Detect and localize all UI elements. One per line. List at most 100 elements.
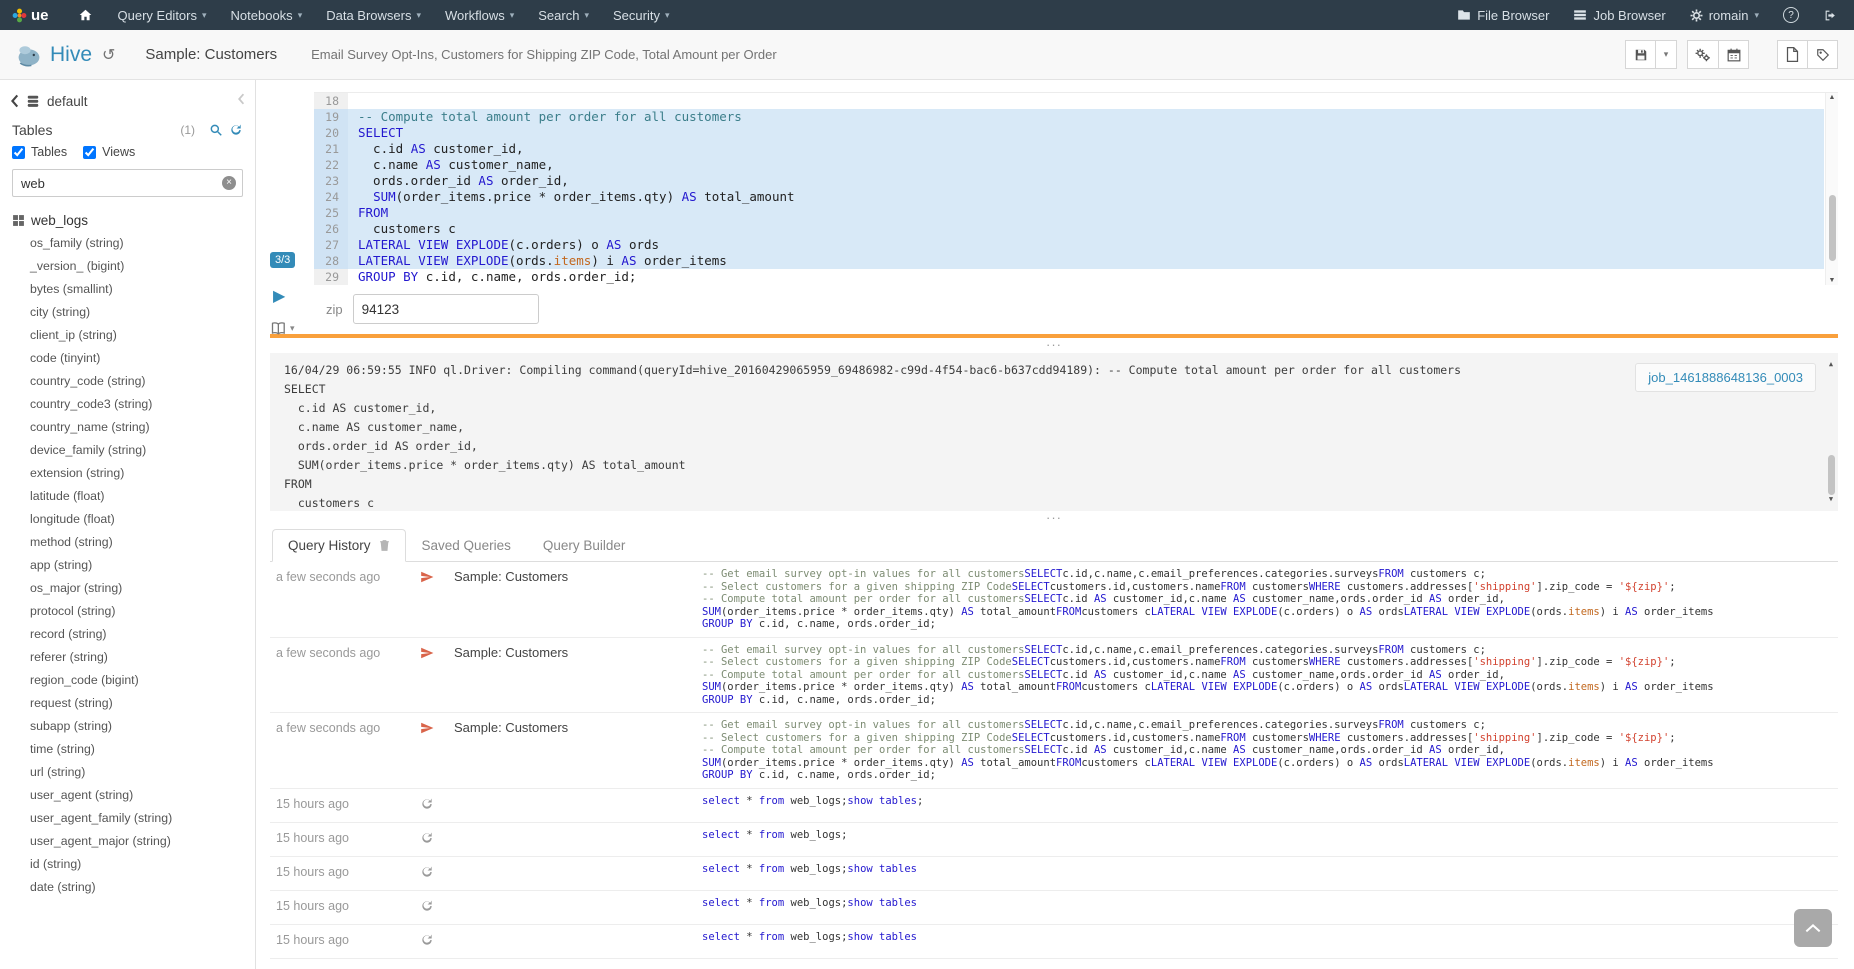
job-link[interactable]: job_1461888648136_0003 bbox=[1635, 363, 1816, 392]
schedule-button[interactable] bbox=[1718, 40, 1749, 69]
table-item[interactable]: web_logs bbox=[0, 201, 255, 230]
column-item[interactable]: time (string) bbox=[30, 738, 255, 761]
column-item[interactable]: user_agent_major (string) bbox=[30, 830, 255, 853]
editor-scrollbar[interactable]: ▲ ▼ bbox=[1825, 93, 1838, 285]
nav-menu-workflows[interactable]: Workflows▾ bbox=[433, 0, 526, 30]
scroll-down-icon[interactable]: ▼ bbox=[1825, 490, 1837, 509]
home-button[interactable] bbox=[65, 8, 106, 22]
column-item[interactable]: os_major (string) bbox=[30, 577, 255, 600]
column-item[interactable]: os_family (string) bbox=[30, 232, 255, 255]
trash-icon[interactable] bbox=[379, 539, 390, 552]
column-item[interactable]: country_code3 (string) bbox=[30, 393, 255, 416]
column-item[interactable]: region_code (bigint) bbox=[30, 669, 255, 692]
column-item[interactable]: subapp (string) bbox=[30, 715, 255, 738]
history-button[interactable]: ↺ bbox=[102, 45, 115, 65]
tables-checkbox[interactable] bbox=[12, 146, 25, 159]
line-number: 23 bbox=[314, 173, 348, 189]
history-row[interactable]: a few seconds agoSample: Customers-- Get… bbox=[270, 713, 1838, 789]
sql-editor[interactable]: ▲ ▼ 18 19-- Compute total amount per ord… bbox=[314, 92, 1838, 285]
table-filter-input[interactable] bbox=[12, 169, 243, 197]
column-item[interactable]: device_family (string) bbox=[30, 439, 255, 462]
tags-button[interactable] bbox=[1807, 40, 1838, 69]
column-item[interactable]: id (string) bbox=[30, 853, 255, 876]
navigator-toggle[interactable]: ▾ bbox=[271, 322, 295, 335]
resize-handle[interactable]: ··· bbox=[270, 338, 1838, 353]
file-browser-button[interactable]: File Browser bbox=[1445, 0, 1561, 30]
column-item[interactable]: client_ip (string) bbox=[30, 324, 255, 347]
nav-menu-security[interactable]: Security▾ bbox=[601, 0, 682, 30]
views-checkbox[interactable] bbox=[83, 146, 96, 159]
scroll-up-icon[interactable]: ▲ bbox=[1826, 94, 1838, 101]
book-icon bbox=[271, 322, 287, 335]
column-item[interactable]: app (string) bbox=[30, 554, 255, 577]
editor-line-code: FROM bbox=[348, 205, 1824, 221]
resize-handle[interactable]: ··· bbox=[270, 511, 1838, 526]
column-item[interactable]: date (string) bbox=[30, 876, 255, 899]
table-search-button[interactable] bbox=[209, 123, 223, 137]
database-name[interactable]: default bbox=[47, 94, 88, 109]
nav-menu-label: Notebooks bbox=[231, 8, 293, 23]
scrollbar-thumb[interactable] bbox=[1829, 195, 1836, 261]
history-sql: -- Get email survey opt-in values for al… bbox=[702, 719, 1838, 782]
column-item[interactable]: protocol (string) bbox=[30, 600, 255, 623]
variable-input[interactable] bbox=[353, 294, 539, 324]
scroll-top-button[interactable] bbox=[1794, 909, 1832, 947]
column-item[interactable]: country_name (string) bbox=[30, 416, 255, 439]
column-item[interactable]: request (string) bbox=[30, 692, 255, 715]
execute-button[interactable]: ▶ bbox=[273, 286, 285, 306]
document-button[interactable] bbox=[1777, 40, 1808, 69]
history-row[interactable]: 15 hours agoselect * from web_logs; bbox=[270, 823, 1838, 857]
history-row[interactable]: 15 hours agoselect * from web_logs;show … bbox=[270, 925, 1838, 959]
history-row[interactable]: 15 hours agoselect * from web_logs;show … bbox=[270, 891, 1838, 925]
help-button[interactable]: ? bbox=[1771, 0, 1811, 30]
nav-menu-notebooks[interactable]: Notebooks▾ bbox=[219, 0, 315, 30]
editor-line: 24 SUM(order_items.price * order_items.q… bbox=[314, 189, 1824, 205]
tables-checkbox-label: Tables bbox=[31, 145, 67, 159]
back-button[interactable] bbox=[10, 94, 19, 108]
history-row[interactable]: a few seconds agoSample: Customers-- Get… bbox=[270, 562, 1838, 638]
column-item[interactable]: user_agent_family (string) bbox=[30, 807, 255, 830]
user-menu[interactable]: romain ▾ bbox=[1678, 0, 1771, 30]
logout-button[interactable] bbox=[1811, 0, 1854, 30]
history-row[interactable]: 15 hours agoselect * from web_logs;show … bbox=[270, 857, 1838, 891]
column-item[interactable]: country_code (string) bbox=[30, 370, 255, 393]
column-item[interactable]: user_agent (string) bbox=[30, 784, 255, 807]
scroll-down-icon[interactable]: ▼ bbox=[1826, 277, 1838, 284]
column-item[interactable]: bytes (smallint) bbox=[30, 278, 255, 301]
column-item[interactable]: record (string) bbox=[30, 623, 255, 646]
editor-line-code: c.id AS customer_id, bbox=[348, 141, 1824, 157]
tab-saved-queries[interactable]: Saved Queries bbox=[406, 529, 527, 562]
column-item[interactable]: city (string) bbox=[30, 301, 255, 324]
history-row[interactable]: a few seconds agoSample: Customers-- Get… bbox=[270, 638, 1838, 714]
line-number: 20 bbox=[314, 125, 348, 141]
collapse-panel-button[interactable] bbox=[237, 92, 245, 110]
save-dropdown-button[interactable]: ▾ bbox=[1655, 40, 1677, 69]
nav-menu-search[interactable]: Search▾ bbox=[526, 0, 601, 30]
settings-button[interactable] bbox=[1687, 40, 1719, 69]
history-sql: -- Get email survey opt-in values for al… bbox=[702, 568, 1838, 631]
column-item[interactable]: method (string) bbox=[30, 531, 255, 554]
scroll-up-icon[interactable]: ▲ bbox=[1825, 355, 1837, 374]
tab-query-builder[interactable]: Query Builder bbox=[527, 529, 642, 562]
column-item[interactable]: code (tinyint) bbox=[30, 347, 255, 370]
tab-query-history[interactable]: Query History bbox=[272, 529, 406, 562]
column-item[interactable]: latitude (float) bbox=[30, 485, 255, 508]
column-item[interactable]: _version_ (bigint) bbox=[30, 255, 255, 278]
refresh-tables-button[interactable] bbox=[229, 123, 243, 137]
save-button[interactable] bbox=[1625, 40, 1656, 69]
app-name[interactable]: Hive bbox=[50, 43, 92, 67]
scrollbar-thumb[interactable] bbox=[1828, 455, 1835, 495]
hue-logo[interactable]: ue bbox=[0, 7, 65, 24]
job-browser-button[interactable]: Job Browser bbox=[1561, 0, 1677, 30]
history-row[interactable]: 15 hours agoselect * from web_logs;show … bbox=[270, 789, 1838, 823]
history-sql: -- Get email survey opt-in values for al… bbox=[702, 644, 1838, 707]
variable-label: zip bbox=[326, 302, 343, 317]
column-item[interactable]: referer (string) bbox=[30, 646, 255, 669]
log-scrollbar[interactable]: ▲ ▼ bbox=[1825, 353, 1838, 511]
nav-menu-data-browsers[interactable]: Data Browsers▾ bbox=[314, 0, 433, 30]
column-item[interactable]: longitude (float) bbox=[30, 508, 255, 531]
nav-menu-query-editors[interactable]: Query Editors▾ bbox=[106, 0, 219, 30]
clear-filter-button[interactable]: × bbox=[222, 176, 236, 190]
column-item[interactable]: extension (string) bbox=[30, 462, 255, 485]
column-item[interactable]: url (string) bbox=[30, 761, 255, 784]
